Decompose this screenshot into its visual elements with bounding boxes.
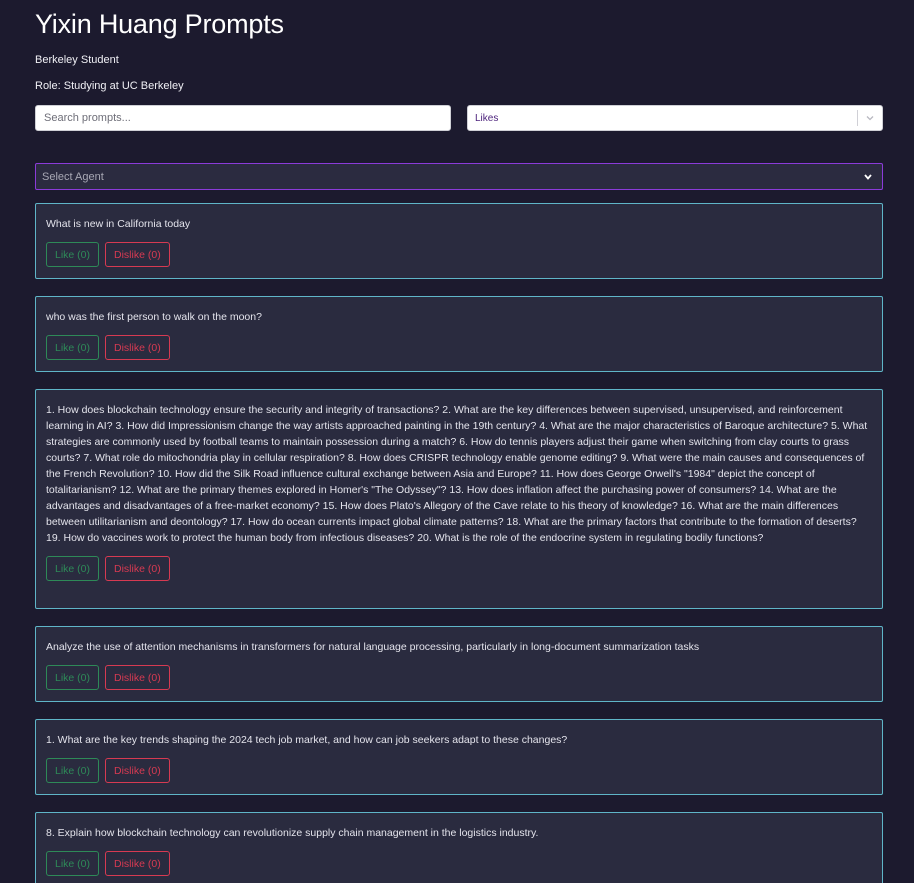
prompt-card: who was the first person to walk on the … bbox=[35, 296, 883, 372]
prompt-actions: Like (0) Dislike (0) bbox=[46, 851, 872, 876]
prompt-actions: Like (0) Dislike (0) bbox=[46, 556, 872, 581]
prompt-card: 8. Explain how blockchain technology can… bbox=[35, 812, 883, 883]
prompt-actions: Like (0) Dislike (0) bbox=[46, 665, 872, 690]
prompt-actions: Like (0) Dislike (0) bbox=[46, 335, 872, 360]
dislike-button[interactable]: Dislike (0) bbox=[105, 242, 170, 267]
dislike-button[interactable]: Dislike (0) bbox=[105, 556, 170, 581]
dislike-button[interactable]: Dislike (0) bbox=[105, 851, 170, 876]
prompt-card: 1. What are the key trends shaping the 2… bbox=[35, 719, 883, 795]
prompt-text: Analyze the use of attention mechanisms … bbox=[46, 641, 700, 653]
agent-select-placeholder: Select Agent bbox=[42, 170, 104, 183]
page-subtitle: Berkeley Student bbox=[35, 54, 119, 66]
dislike-button[interactable]: Dislike (0) bbox=[105, 335, 170, 360]
like-button[interactable]: Like (0) bbox=[46, 665, 100, 690]
sort-select[interactable]: Likes bbox=[467, 105, 883, 131]
prompt-card: What is new in California today Like (0)… bbox=[35, 203, 883, 279]
prompt-card: 1. How does blockchain technology ensure… bbox=[35, 389, 883, 609]
prompt-actions: Like (0) Dislike (0) bbox=[46, 242, 872, 267]
dislike-button[interactable]: Dislike (0) bbox=[105, 665, 170, 690]
page: Yixin Huang Prompts Berkeley Student Rol… bbox=[0, 0, 914, 883]
like-button[interactable]: Like (0) bbox=[46, 758, 100, 783]
search-input[interactable] bbox=[35, 105, 451, 131]
dislike-button[interactable]: Dislike (0) bbox=[105, 758, 170, 783]
like-button[interactable]: Like (0) bbox=[46, 556, 100, 581]
filter-bar: Likes bbox=[35, 105, 883, 131]
sort-selected-value: Likes bbox=[475, 112, 499, 124]
prompt-text: 1. How does blockchain technology ensure… bbox=[46, 404, 868, 544]
prompt-list: What is new in California today Like (0)… bbox=[35, 190, 883, 883]
like-button[interactable]: Like (0) bbox=[46, 242, 100, 267]
prompt-text: who was the first person to walk on the … bbox=[46, 311, 262, 323]
like-button[interactable]: Like (0) bbox=[46, 851, 100, 876]
agent-select[interactable]: Select Agent bbox=[35, 163, 883, 190]
prompt-card: Analyze the use of attention mechanisms … bbox=[35, 626, 883, 702]
prompt-text: 8. Explain how blockchain technology can… bbox=[46, 827, 539, 839]
prompt-text: 1. What are the key trends shaping the 2… bbox=[46, 734, 568, 746]
chevron-down-icon[interactable] bbox=[858, 106, 882, 130]
chevron-down-icon[interactable] bbox=[862, 171, 874, 183]
prompt-actions: Like (0) Dislike (0) bbox=[46, 758, 872, 783]
prompt-text: What is new in California today bbox=[46, 218, 191, 230]
role-text: Role: Studying at UC Berkeley bbox=[35, 80, 184, 92]
page-title: Yixin Huang Prompts bbox=[35, 9, 284, 39]
like-button[interactable]: Like (0) bbox=[46, 335, 100, 360]
